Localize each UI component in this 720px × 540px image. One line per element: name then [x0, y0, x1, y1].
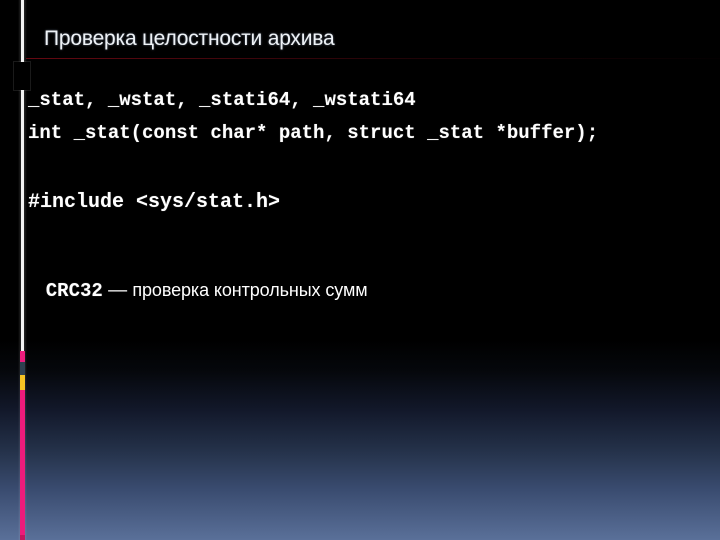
rail-segment-cap [20, 535, 25, 540]
slide-title: Проверка целостности архива [44, 27, 335, 50]
rail-segment-magenta [20, 390, 25, 535]
code-line-include: #include <sys/stat.h> [28, 191, 281, 214]
rail-block-decoration [14, 62, 30, 90]
rail-segment-pink-top [20, 351, 25, 362]
crc32-line: CRC32 — проверка контрольных сумм [28, 262, 368, 320]
crc32-description: проверка контрольных сумм [132, 280, 368, 300]
code-line-function-names: _stat, _wstat, _stati64, _wstati64 [28, 89, 416, 111]
rail-segment-slate [20, 362, 25, 375]
slide: Проверка целостности архива _stat, _wsta… [0, 0, 720, 540]
crc32-dash: — [102, 280, 133, 301]
rail-segment-yellow [20, 375, 25, 390]
code-line-signature: int _stat(const char* path, struct _stat… [28, 122, 599, 144]
title-divider [26, 58, 720, 59]
crc32-label: CRC32 [45, 280, 103, 302]
